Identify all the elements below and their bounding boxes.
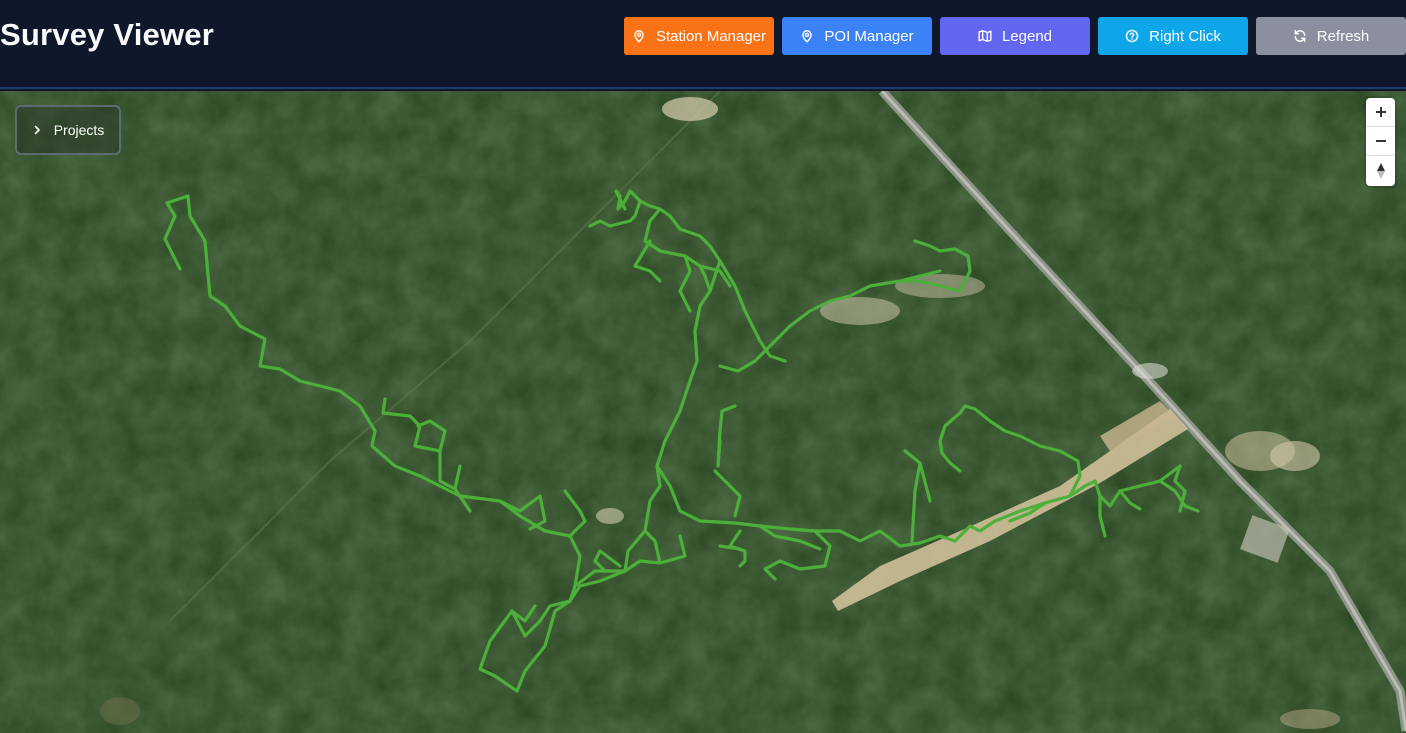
satellite-basemap [0,91,1406,733]
station-manager-label: Station Manager [655,27,767,45]
header-bar: Survey Viewer Station Manager POI Manage… [0,0,1406,89]
map-canvas[interactable]: Projects [0,91,1406,733]
reset-north-button[interactable] [1366,156,1395,185]
help-circle-icon [1125,29,1139,43]
poi-manager-button[interactable]: POI Manager [782,17,932,55]
refresh-button[interactable]: Refresh [1256,17,1406,55]
chevron-right-icon [34,125,40,135]
compass-icon [1376,162,1385,179]
page-title: Survey Viewer [0,17,214,52]
projects-label: Projects [53,122,105,138]
refresh-label: Refresh [1316,27,1370,45]
plus-icon [1375,107,1386,117]
right-click-label: Right Click [1149,27,1221,45]
map-icon [978,30,992,42]
refresh-icon [1294,30,1306,42]
poi-manager-label: POI Manager [824,27,914,45]
station-manager-button[interactable]: Station Manager [624,17,774,55]
projects-toggle-button[interactable]: Projects [15,105,121,155]
right-click-help-button[interactable]: Right Click [1098,17,1248,55]
zoom-in-button[interactable] [1366,98,1395,127]
minus-icon [1375,140,1386,142]
survey-viewer-app: Survey Viewer Station Manager POI Manage… [0,0,1406,733]
legend-label: Legend [1001,27,1053,45]
map-pin-icon [802,30,813,43]
map-pin-icon [634,30,644,43]
map-navigation-control [1366,98,1395,186]
zoom-out-button[interactable] [1366,127,1395,156]
legend-button[interactable]: Legend [940,17,1090,55]
